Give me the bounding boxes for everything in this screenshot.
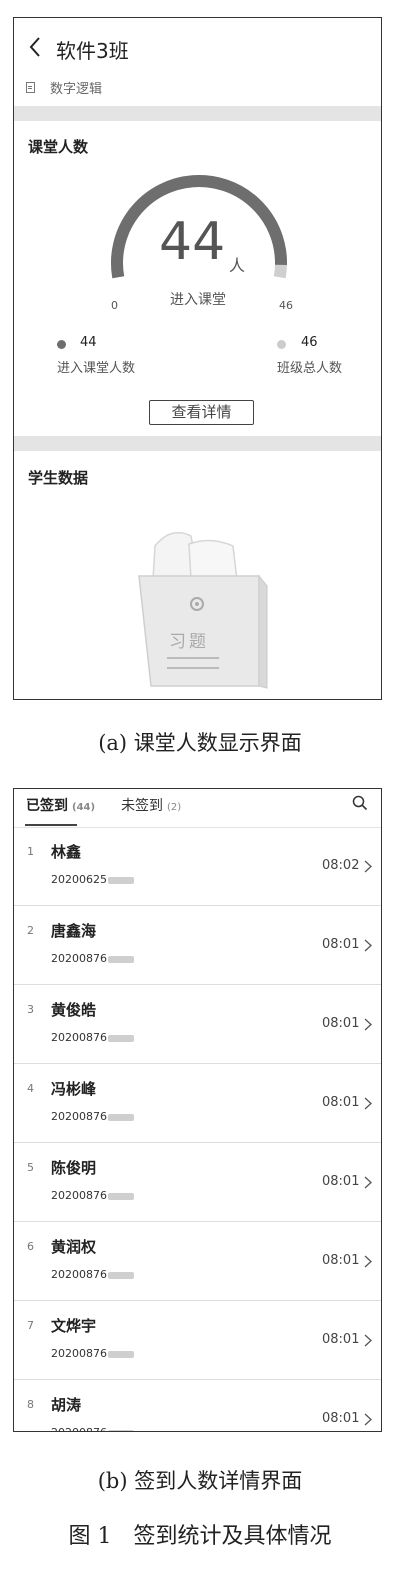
student-id: 20200876 [51, 952, 134, 965]
student-id: 20200876 [51, 1110, 134, 1123]
list-item[interactable]: 8 胡涛 20200876 08:01 [14, 1380, 381, 1431]
active-tab-indicator [25, 824, 77, 826]
student-name: 冯彬峰 [51, 1080, 97, 1098]
chevron-right-icon [364, 1413, 372, 1426]
class-attendance-screen: 软件3班 数字逻辑 课堂人数 44 人 进入课堂 0 46 44 进入课堂人数 … [13, 17, 382, 700]
student-name: 林鑫 [51, 843, 82, 861]
chevron-right-icon [364, 1097, 372, 1110]
list-item[interactable]: 6 黄润权 20200876 08:01 [14, 1222, 381, 1301]
student-id: 20200625 [51, 873, 134, 886]
student-id: 20200876 [51, 1031, 134, 1044]
chevron-right-icon [364, 1255, 372, 1268]
list-item[interactable]: 4 冯彬峰 20200876 08:01 [14, 1064, 381, 1143]
row-index: 5 [27, 1161, 34, 1174]
list-item[interactable]: 1 林鑫 20200625 08:02 [14, 827, 381, 906]
chevron-right-icon [364, 939, 372, 952]
figure-caption: 图 1 签到统计及具体情况 [68, 1524, 332, 1549]
student-name: 陈俊明 [51, 1159, 97, 1177]
page-title: 软件3班 [56, 39, 129, 63]
row-index: 6 [27, 1240, 34, 1253]
attendance-count: 44 [159, 212, 226, 272]
list-item[interactable]: 7 文烨宇 20200876 08:01 [14, 1301, 381, 1380]
legend-value-total: 46 [301, 335, 318, 350]
list-item[interactable]: 2 唐鑫海 20200876 08:01 [14, 906, 381, 985]
gauge-label: 进入课堂 [170, 292, 226, 308]
row-index: 4 [27, 1082, 34, 1095]
bag-label: 习题 [169, 632, 209, 652]
row-index: 3 [27, 1003, 34, 1016]
legend-dot-total [277, 340, 286, 349]
chevron-right-icon [364, 1018, 372, 1031]
signin-time: 08:01 [322, 1174, 360, 1189]
tab-signed-in-count: (44) [72, 802, 96, 813]
tab-signed-in[interactable]: 已签到 (44) [26, 795, 95, 815]
empty-exercises-bag-icon [138, 531, 268, 689]
student-id: 20200876 [51, 1268, 134, 1281]
attendance-section-title: 课堂人数 [28, 138, 89, 156]
student-name: 唐鑫海 [51, 922, 97, 940]
caption-a: (a) 课堂人数显示界面 [98, 731, 302, 755]
signin-time: 08:01 [322, 1411, 360, 1426]
student-data-section-title: 学生数据 [28, 469, 89, 487]
search-icon[interactable] [352, 795, 368, 811]
row-index: 7 [27, 1319, 34, 1332]
signin-detail-screen: 已签到 (44) 未签到 (2) 1 林鑫 20200625 08:02 2 唐鑫海… [13, 788, 382, 1432]
view-details-button[interactable]: 查看详情 [149, 400, 254, 425]
legend-label-total: 班级总人数 [277, 361, 343, 376]
document-icon [26, 81, 35, 93]
gauge-min-label: 0 [111, 299, 118, 312]
signin-time: 08:01 [322, 937, 360, 952]
student-name: 文烨宇 [51, 1317, 97, 1335]
student-name: 胡涛 [51, 1396, 82, 1414]
list-item[interactable]: 5 陈俊明 20200876 08:01 [14, 1143, 381, 1222]
list-item[interactable]: 3 黄俊皓 20200876 08:01 [14, 985, 381, 1064]
legend-value-entered: 44 [80, 335, 97, 350]
top-bar: 软件3班 [14, 18, 381, 78]
gauge-max-label: 46 [279, 299, 293, 312]
signin-time: 08:01 [322, 1016, 360, 1031]
signin-time: 08:01 [322, 1253, 360, 1268]
attendance-count-unit: 人 [229, 256, 246, 275]
legend-label-entered: 进入课堂人数 [57, 361, 136, 376]
tab-signed-in-label: 已签到 [26, 798, 68, 814]
chevron-right-icon [364, 860, 372, 873]
subject-name: 数字逻辑 [50, 81, 103, 97]
tab-not-signed-in-count: (2) [167, 802, 182, 813]
chevron-right-icon [364, 1176, 372, 1189]
student-name: 黄俊皓 [51, 1001, 97, 1019]
signin-tabs: 已签到 (44) 未签到 (2) [14, 789, 381, 828]
signed-in-list: 1 林鑫 20200625 08:02 2 唐鑫海 20200876 08:01… [14, 827, 381, 1431]
caption-b: (b) 签到人数详情界面 [97, 1469, 303, 1493]
signin-time: 08:02 [322, 858, 360, 873]
back-arrow-icon[interactable] [28, 36, 42, 58]
row-index: 1 [27, 845, 34, 858]
row-index: 2 [27, 924, 34, 937]
tab-not-signed-in-label: 未签到 [121, 798, 163, 814]
section-divider [14, 436, 381, 451]
row-index: 8 [27, 1398, 34, 1411]
subject-row: 数字逻辑 [26, 77, 102, 97]
signin-time: 08:01 [322, 1095, 360, 1110]
signin-time: 08:01 [322, 1332, 360, 1347]
student-name: 黄润权 [51, 1238, 97, 1256]
tab-not-signed-in[interactable]: 未签到 (2) [121, 795, 181, 815]
chevron-right-icon [364, 1334, 372, 1347]
legend-dot-entered [57, 340, 66, 349]
student-id: 20200876 [51, 1426, 134, 1431]
section-divider [14, 106, 381, 121]
student-id: 20200876 [51, 1189, 134, 1202]
student-id: 20200876 [51, 1347, 134, 1360]
